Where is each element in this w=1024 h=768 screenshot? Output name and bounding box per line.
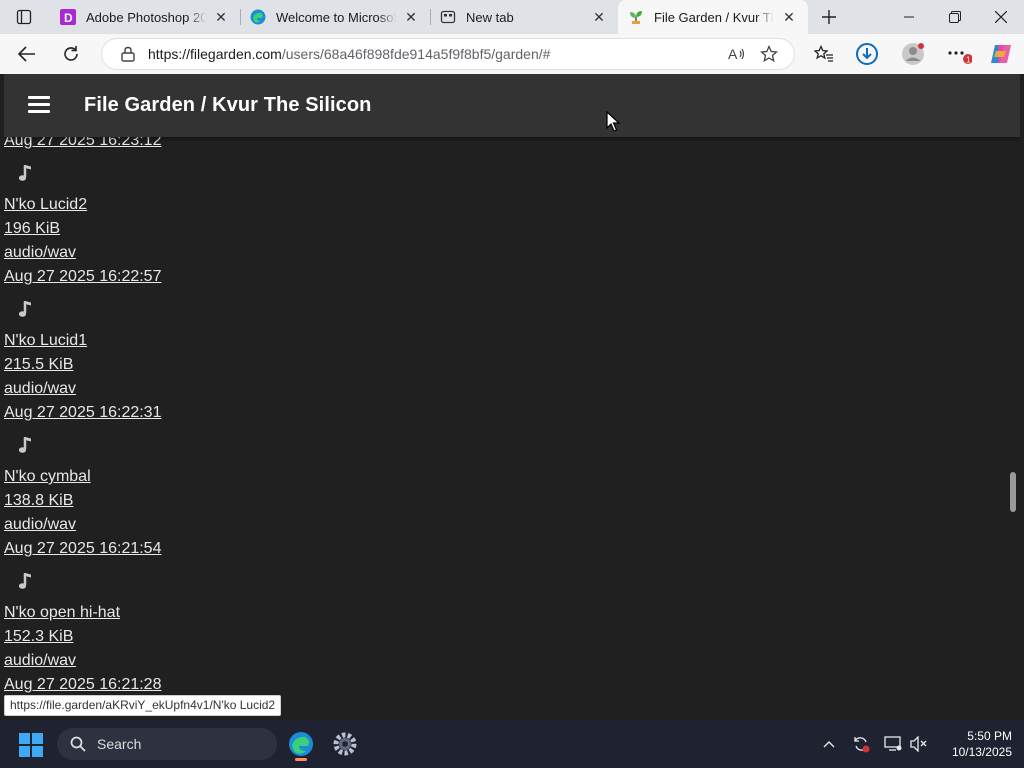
- url-host: https://filegarden.com: [148, 46, 282, 62]
- favorites-list-icon: [814, 45, 833, 62]
- downloads-button[interactable]: [852, 40, 882, 68]
- music-note-icon: [18, 437, 31, 453]
- tab-title: Welcome to Microsoft Edge: [276, 9, 396, 25]
- refresh-icon: [64, 46, 78, 61]
- tab-actions-icon: [16, 9, 32, 25]
- music-note-icon: [18, 301, 31, 317]
- clock-time: 5:50 PM: [967, 729, 1012, 743]
- lock-icon[interactable]: [118, 46, 138, 62]
- scrollbar[interactable]: [1008, 137, 1020, 716]
- browser-toolbar: https://filegarden.com/users/68a46f898fd…: [0, 34, 1024, 74]
- scrollbar-thumb[interactable]: [1010, 472, 1016, 512]
- restore-button[interactable]: [932, 0, 978, 34]
- url-path: /users/68a46f898fde914a5f9f8bf5/garden/#: [281, 46, 551, 62]
- edge-icon: [289, 732, 313, 756]
- favorites-button[interactable]: [809, 40, 839, 68]
- new-tab-button[interactable]: [815, 5, 843, 29]
- close-window-button[interactable]: [978, 0, 1024, 34]
- file-type-link[interactable]: audio/wav: [4, 516, 76, 534]
- copilot-button[interactable]: [986, 40, 1016, 68]
- hamburger-menu-icon[interactable]: [28, 96, 50, 114]
- chevron-up-icon[interactable]: [819, 734, 839, 754]
- tab-new-tab[interactable]: New tab ✕: [430, 0, 618, 34]
- sync-icon[interactable]: [851, 734, 871, 754]
- edge-icon: [250, 9, 266, 25]
- file-name-link[interactable]: N'ko Lucid1: [4, 332, 87, 350]
- display-icon[interactable]: [883, 734, 903, 754]
- file-type-link[interactable]: audio/wav: [4, 652, 76, 670]
- close-tab-icon[interactable]: ✕: [212, 8, 230, 26]
- file-size-link[interactable]: 152.3 KiB: [4, 628, 73, 646]
- avatar-icon: [902, 43, 924, 65]
- active-app-indicator: [295, 758, 307, 761]
- file-name-link[interactable]: N'ko cymbal: [4, 468, 91, 486]
- file-name-link[interactable]: N'ko Lucid2: [4, 196, 87, 214]
- svg-text:A: A: [728, 46, 738, 62]
- profile-button[interactable]: [898, 40, 928, 68]
- file-date-link[interactable]: Aug 27 2025 16:22:57: [4, 268, 161, 286]
- page-viewport: File Garden / Kvur The Silicon Aug 27 20…: [4, 74, 1020, 716]
- favorite-star-icon[interactable]: [756, 41, 782, 67]
- file-date-link[interactable]: Aug 27 2025 16:22:31: [4, 404, 161, 422]
- photoshop-d-icon: D: [60, 9, 76, 25]
- restore-icon: [949, 11, 961, 23]
- more-dots-icon: 1: [948, 51, 972, 65]
- copilot-icon: [991, 45, 1011, 63]
- tab-photoshop[interactable]: D Adobe Photoshop 2025 ✕: [50, 0, 240, 34]
- speaker-muted-icon[interactable]: [909, 734, 929, 754]
- minimize-icon: [904, 16, 914, 18]
- arrow-left-icon: [18, 46, 35, 62]
- gear-icon: [333, 732, 357, 756]
- browser-tab-strip: D Adobe Photoshop 2025 ✕ Welcome to Micr…: [0, 0, 1024, 34]
- file-type-link[interactable]: audio/wav: [4, 244, 76, 262]
- settings-more-button[interactable]: 1: [944, 40, 974, 68]
- url-text[interactable]: https://filegarden.com/users/68a46f898fd…: [148, 46, 724, 62]
- search-label: Search: [97, 736, 142, 752]
- mouse-cursor-icon: [606, 111, 620, 132]
- file-garden-icon: [628, 9, 644, 25]
- tab-actions-button[interactable]: [8, 6, 40, 28]
- status-url-tooltip: https://file.garden/aKRviY_ekUpfn4v1/N'k…: [4, 695, 282, 716]
- download-icon: [856, 43, 878, 65]
- taskbar-search-box[interactable]: Search: [57, 728, 277, 760]
- back-button[interactable]: [12, 40, 42, 68]
- file-size-link[interactable]: 138.8 KiB: [4, 492, 73, 510]
- close-tab-icon[interactable]: ✕: [402, 8, 420, 26]
- svg-text:D: D: [64, 11, 73, 25]
- taskbar-clock[interactable]: 5:50 PM 10/13/2025: [936, 728, 1012, 760]
- refresh-button[interactable]: [56, 40, 86, 68]
- plus-icon: [822, 10, 836, 24]
- new-tab-icon: [440, 9, 456, 25]
- tab-title: Adobe Photoshop 2025: [86, 9, 206, 25]
- minimize-button[interactable]: [886, 0, 932, 34]
- read-aloud-icon[interactable]: A: [724, 41, 750, 67]
- close-icon: [995, 11, 1007, 23]
- close-tab-icon[interactable]: ✕: [590, 8, 608, 26]
- search-icon: [69, 735, 87, 753]
- file-size-link[interactable]: 196 KiB: [4, 220, 60, 238]
- file-name-link[interactable]: N'ko open hi-hat: [4, 604, 120, 622]
- windows-start-icon[interactable]: [19, 733, 43, 757]
- tab-edge-welcome[interactable]: Welcome to Microsoft Edge ✕: [240, 0, 430, 34]
- file-date-link[interactable]: Aug 27 2025 16:21:54: [4, 540, 161, 558]
- file-type-link[interactable]: audio/wav: [4, 380, 76, 398]
- clock-date: 10/13/2025: [951, 745, 1012, 759]
- page-title: File Garden / Kvur The Silicon: [84, 94, 372, 116]
- tab-title: File Garden / Kvur The Silicon: [654, 9, 774, 25]
- music-note-icon: [18, 165, 31, 181]
- file-size-link[interactable]: 215.5 KiB: [4, 356, 73, 374]
- music-note-icon: [18, 573, 31, 589]
- close-tab-icon[interactable]: ✕: [780, 8, 798, 26]
- tab-file-garden[interactable]: File Garden / Kvur The Silicon ✕: [618, 0, 808, 34]
- svg-text:1: 1: [966, 56, 971, 65]
- app-header: File Garden / Kvur The Silicon: [4, 74, 1020, 137]
- address-bar[interactable]: https://filegarden.com/users/68a46f898fd…: [101, 38, 795, 70]
- tab-title: New tab: [466, 9, 514, 25]
- file-date-link[interactable]: Aug 27 2025 16:21:28: [4, 676, 161, 694]
- taskbar-edge-button[interactable]: [284, 728, 318, 761]
- taskbar-settings-button[interactable]: [328, 728, 362, 760]
